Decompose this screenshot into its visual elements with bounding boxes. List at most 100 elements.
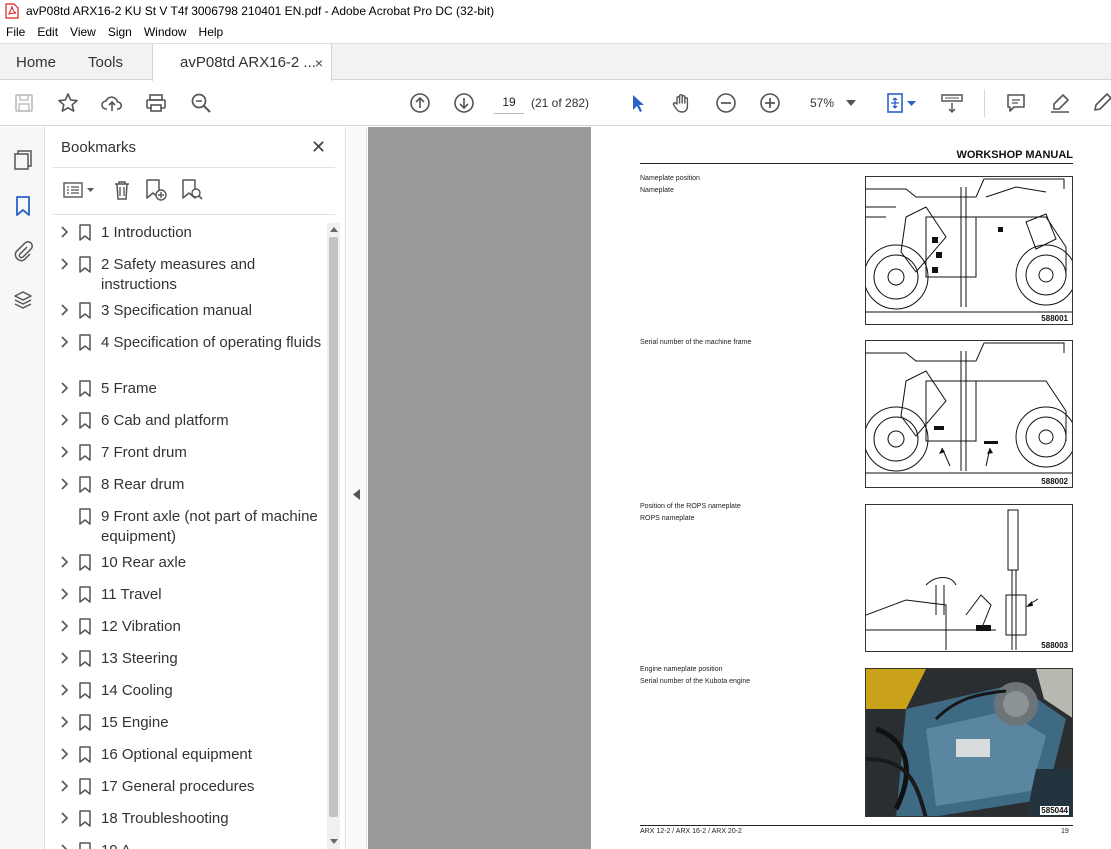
bookmarks-list: 1 Introduction 2 Safety measures and inst… [45, 223, 327, 849]
bookmark-icon [78, 334, 92, 351]
bookmark-icon [78, 714, 92, 731]
figure-machine-frame-serial: 588002 [865, 340, 1073, 488]
chevron-right-icon[interactable] [58, 225, 70, 239]
zoom-level[interactable]: 57% [810, 96, 834, 110]
tab-tools[interactable]: Tools [88, 44, 123, 81]
scroll-up-arrow-icon[interactable] [327, 223, 340, 236]
chevron-right-icon[interactable] [58, 555, 70, 569]
bookmark-label: 3 Specification manual [101, 302, 252, 319]
delete-bookmark-icon[interactable] [109, 177, 135, 203]
chevron-right-icon[interactable] [58, 477, 70, 491]
title-bar: avP08td ARX16-2 KU St V T4f 3006798 2104… [0, 0, 1111, 22]
bookmark-icon [78, 586, 92, 603]
bookmarks-panel-icon[interactable] [10, 193, 36, 219]
caption-line: Position of the ROPS nameplate [640, 503, 741, 510]
bookmark-label: 14 Cooling [101, 682, 173, 699]
chevron-right-icon[interactable] [58, 651, 70, 665]
new-bookmark-icon[interactable] [143, 177, 169, 203]
bookmark-label: 19 A... [101, 841, 326, 849]
bookmark-label: 9 Front axle (not part of machine equipm… [101, 508, 318, 545]
menu-window[interactable]: Window [138, 25, 193, 39]
select-cursor-icon[interactable] [626, 91, 650, 115]
menu-file[interactable]: File [0, 25, 31, 39]
hand-tool-icon[interactable] [670, 91, 694, 115]
zoom-search-icon[interactable] [189, 91, 213, 115]
bookmark-icon [78, 412, 92, 429]
scroll-thumb[interactable] [329, 237, 338, 817]
chevron-right-icon[interactable] [58, 683, 70, 697]
chevron-right-icon[interactable] [58, 445, 70, 459]
upload-cloud-icon[interactable] [100, 91, 124, 115]
chevron-right-icon[interactable] [58, 381, 70, 395]
tabs-bar: Home Tools avP08td ARX16-2 ... × [0, 43, 1111, 81]
bookmark-icon [78, 778, 92, 795]
comment-icon[interactable] [1004, 91, 1028, 115]
save-icon[interactable] [12, 91, 36, 115]
bookmark-label: 17 General procedures [101, 778, 255, 795]
menu-view[interactable]: View [64, 25, 102, 39]
scroll-mode-icon[interactable] [940, 91, 964, 115]
page-header: WORKSHOP MANUAL [956, 149, 1073, 161]
bookmark-icon [78, 224, 92, 241]
star-icon[interactable] [56, 91, 80, 115]
section-caption: Nameplate position Nameplate [640, 173, 700, 197]
bookmark-label: 10 Rear axle [101, 554, 187, 571]
panel-collapse-handle[interactable] [347, 127, 367, 849]
chevron-right-icon[interactable] [58, 257, 70, 271]
chevron-right-icon[interactable] [58, 335, 70, 349]
bookmark-icon [78, 476, 92, 493]
chevron-right-icon[interactable] [58, 587, 70, 601]
bookmark-label: 7 Front drum [101, 444, 187, 461]
page-number-input[interactable] [494, 90, 524, 114]
caption-line: Engine nameplate position [640, 666, 723, 673]
scroll-down-arrow-icon[interactable] [327, 835, 340, 848]
layers-icon[interactable] [10, 287, 36, 313]
attachments-icon[interactable] [10, 239, 36, 265]
tab-close-button[interactable]: × [315, 55, 323, 71]
chevron-right-icon[interactable] [58, 619, 70, 633]
previous-page-icon[interactable] [408, 91, 432, 115]
menu-sign[interactable]: Sign [102, 25, 138, 39]
draw-tool-icon[interactable] [1090, 91, 1111, 115]
chevron-right-icon[interactable] [58, 843, 70, 849]
left-navigation-rail [0, 127, 45, 849]
fit-dropdown-icon[interactable] [904, 91, 918, 115]
chevron-right-icon[interactable] [58, 413, 70, 427]
menu-edit[interactable]: Edit [31, 25, 64, 39]
print-icon[interactable] [144, 91, 168, 115]
caption-line: Nameplate [640, 187, 674, 194]
tab-document-label: avP08td ARX16-2 ... [180, 54, 316, 71]
header-rule [640, 163, 1073, 164]
find-bookmark-icon[interactable] [179, 177, 205, 203]
bookmarks-scrollbar[interactable] [327, 223, 340, 849]
bookmarks-close-button[interactable]: ✕ [311, 137, 326, 158]
bookmark-options-menu[interactable] [59, 177, 99, 203]
chevron-right-icon[interactable] [58, 747, 70, 761]
chevron-right-icon[interactable] [58, 779, 70, 793]
toolbar-separator [984, 89, 985, 117]
tab-document[interactable]: avP08td ARX16-2 ... × [152, 44, 332, 81]
zoom-out-icon[interactable] [714, 91, 738, 115]
caption-line: Nameplate position [640, 175, 700, 182]
next-page-icon[interactable] [452, 91, 476, 115]
menu-help[interactable]: Help [193, 25, 230, 39]
zoom-dropdown-icon[interactable] [842, 91, 860, 115]
figure-nameplate-position: 588001 [865, 176, 1073, 325]
bookmark-label: 18 Troubleshooting [101, 810, 229, 827]
highlight-pen-icon[interactable] [1048, 91, 1072, 115]
zoom-in-icon[interactable] [758, 91, 782, 115]
bookmark-icon [78, 256, 92, 273]
page-thumbnails-icon[interactable] [10, 147, 36, 173]
chevron-right-icon[interactable] [58, 303, 70, 317]
figure-number: 585044 [1040, 806, 1069, 815]
bookmark-icon [78, 842, 92, 849]
tab-home[interactable]: Home [16, 44, 56, 81]
collapse-arrow-icon[interactable] [353, 487, 360, 505]
bookmarks-title: Bookmarks [61, 139, 137, 156]
document-viewport[interactable]: WORKSHOP MANUAL Nameplate position Namep… [368, 127, 1111, 849]
chevron-right-icon[interactable] [58, 811, 70, 825]
bookmark-label: 11 Travel [101, 586, 162, 603]
figure-kubota-engine-photo: 585044 [865, 668, 1073, 817]
footer-page-number: 19 [1061, 828, 1069, 835]
chevron-right-icon[interactable] [58, 715, 70, 729]
